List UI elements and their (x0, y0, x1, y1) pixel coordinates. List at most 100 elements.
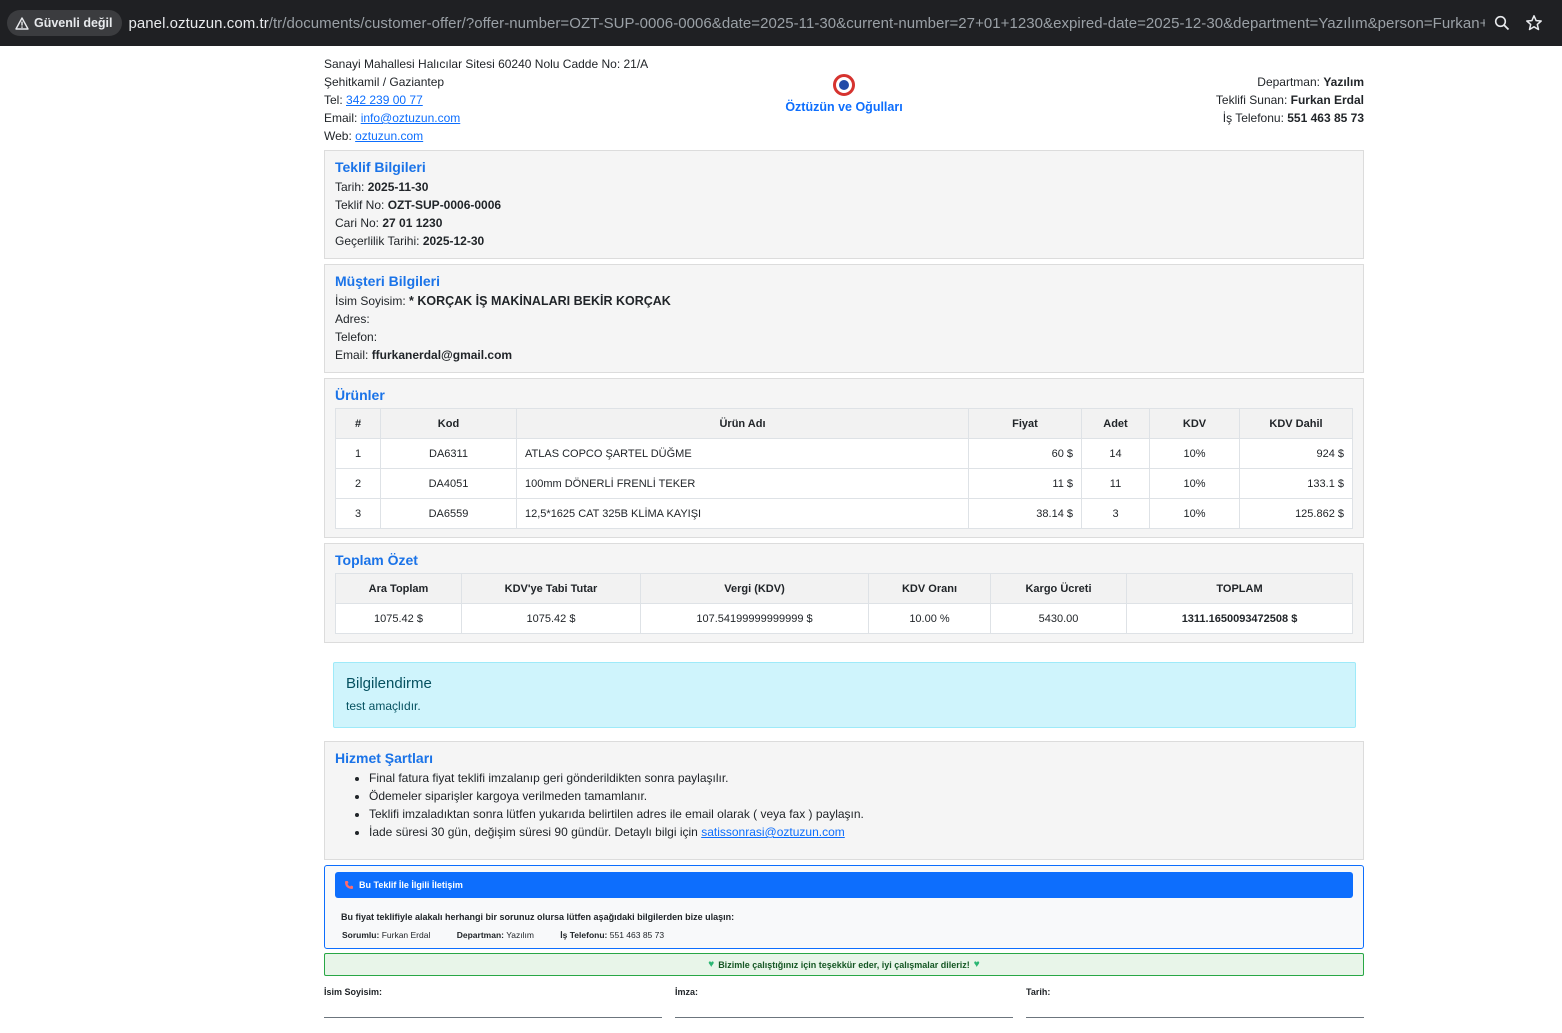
signature-sign-label: İmza: (675, 987, 699, 997)
product-total: 924 $ (1239, 438, 1353, 469)
presenter-value: Furkan Erdal (1290, 93, 1364, 107)
col-header-qty: Adet (1081, 408, 1150, 439)
offer-no-label: Teklif No: (335, 198, 388, 212)
product-name: ATLAS COPCO ŞARTEL DÜĞME (516, 438, 969, 469)
table-row: 3 DA6559 12,5*1625 CAT 325B KLİMA KAYIŞI… (335, 498, 1353, 529)
url-path: /tr/documents/customer-offer/?offer-numb… (268, 14, 1485, 32)
col-header-vat-rate: KDV Oranı (868, 573, 991, 604)
customer-phone-label: Telefon: (335, 330, 378, 344)
col-header-code: Kod (380, 408, 517, 439)
signature-name-field: İsim Soyisim: (324, 987, 662, 1018)
warning-icon (15, 16, 29, 30)
subtotal-value: 1075.42 $ (335, 603, 462, 634)
signature-date-label: Tarih: (1026, 987, 1051, 997)
list-item: Teklifi imzaladıktan sonra lütfen yukarı… (369, 805, 1353, 823)
row-no: 1 (335, 438, 381, 469)
summary-table: Ara Toplam KDV'ye Tabi Tutar Vergi (KDV)… (335, 573, 1353, 634)
row-no: 2 (335, 468, 381, 499)
signature-line (1026, 1017, 1364, 1018)
contact-phone-value: 551 463 85 73 (609, 930, 665, 940)
offer-document: Sanayi Mahallesi Halıcılar Sitesi 60240 … (324, 46, 1364, 1027)
customer-info-section: Müşteri Bilgileri İsim Soyisim: * KORÇAK… (324, 264, 1364, 373)
address-bar[interactable]: panel.oztuzun.com.tr/tr/documents/custom… (129, 15, 1485, 32)
product-qty: 11 (1081, 468, 1150, 499)
col-header-subtotal: Ara Toplam (335, 573, 462, 604)
section-title: Toplam Özet (335, 552, 418, 568)
product-name: 100mm DÖNERLİ FRENLİ TEKER (516, 468, 969, 499)
product-qty: 3 (1081, 498, 1150, 529)
info-alert-title: Bilgilendirme (346, 675, 432, 692)
product-price: 38.14 $ (968, 498, 1082, 529)
heart-icon: ♥ (708, 959, 715, 970)
after-sales-email-link[interactable]: satissonrasi@oztuzun.com (701, 825, 845, 839)
phone-icon (345, 881, 353, 889)
heart-icon: ♥ (973, 959, 980, 970)
shipping-value: 5430.00 (990, 603, 1127, 634)
offer-date: 2025-11-30 (367, 180, 429, 194)
validity-label: Geçerlilik Tarihi: (335, 234, 423, 248)
contact-card-title: Bu Teklif İle İlgili İletişim (359, 880, 463, 890)
signature-area: İsim Soyisim: İmza: Tarih: (324, 987, 1364, 1027)
col-header-no: # (335, 408, 381, 439)
product-vat: 10% (1149, 468, 1240, 499)
contact-phone-label: İş Telefonu: (560, 930, 608, 940)
product-price: 60 $ (968, 438, 1082, 469)
col-header-total: TOPLAM (1126, 573, 1353, 604)
browser-toolbar: Güvenli değil panel.oztuzun.com.tr/tr/do… (0, 0, 1562, 46)
company-phone-link[interactable]: 342 239 00 77 (346, 93, 423, 107)
row-no: 3 (335, 498, 381, 529)
section-title: Müşteri Bilgileri (335, 273, 441, 289)
table-header-row: Ara Toplam KDV'ye Tabi Tutar Vergi (KDV)… (335, 573, 1353, 604)
bookmark-star-icon[interactable] (1524, 13, 1544, 33)
col-header-vat: KDV (1149, 408, 1240, 439)
col-header-vat-included: KDV Dahil (1239, 408, 1353, 439)
customer-name-label: İsim Soyisim: (335, 294, 410, 308)
taxable-value: 1075.42 $ (461, 603, 641, 634)
signature-name-label: İsim Soyisim: (324, 987, 383, 997)
company-address-line2: Şehitkamil / Gaziantep (324, 75, 445, 89)
contact-message: Bu fiyat teklifiyle alakalı herhangi bir… (341, 912, 735, 922)
col-header-taxable: KDV'ye Tabi Tutar (461, 573, 641, 604)
col-header-tax: Vergi (KDV) (640, 573, 869, 604)
list-item: İade süresi 30 gün, değişim süresi 90 gü… (369, 823, 1353, 841)
contact-department-value: Yazılım (506, 930, 534, 940)
product-vat: 10% (1149, 498, 1240, 529)
terms-list: Final fatura fiyat teklifi imzalanıp ger… (369, 769, 1353, 841)
company-address-line1: Sanayi Mahallesi Halıcılar Sitesi 60240 … (324, 57, 649, 71)
section-title: Hizmet Şartları (335, 750, 434, 766)
col-header-price: Fiyat (968, 408, 1082, 439)
company-logo: Öztüzün ve Oğulları (774, 74, 914, 114)
responsible-label: Sorumlu: (342, 930, 380, 940)
product-code: DA6311 (380, 438, 517, 469)
logo-emblem-icon (833, 74, 855, 96)
products-table: # Kod Ürün Adı Fiyat Adet KDV KDV Dahil … (335, 408, 1353, 529)
department-label: Departman: (1257, 75, 1324, 89)
return-policy-text: İade süresi 30 gün, değişim süresi 90 gü… (369, 825, 702, 839)
customer-email: ffurkanerdal@gmail.com (371, 348, 513, 362)
product-qty: 14 (1081, 438, 1150, 469)
summary-section: Toplam Özet Ara Toplam KDV'ye Tabi Tutar… (324, 543, 1364, 643)
company-email-link[interactable]: info@oztuzun.com (361, 111, 461, 125)
info-alert-text: test amaçlıdır. (346, 699, 421, 713)
company-web-link[interactable]: oztuzun.com (355, 129, 423, 143)
zoom-icon[interactable] (1492, 13, 1512, 33)
section-title: Teklif Bilgileri (335, 159, 426, 175)
contact-department-label: Departman: (456, 930, 504, 940)
offer-info-section: Teklif Bilgileri Tarih: 2025-11-30 Tekli… (324, 150, 1364, 259)
table-header-row: # Kod Ürün Adı Fiyat Adet KDV KDV Dahil (335, 408, 1353, 439)
tax-value: 107.54199999999999 $ (640, 603, 869, 634)
table-row: 2 DA4051 100mm DÖNERLİ FRENLİ TEKER 11 $… (335, 468, 1353, 499)
security-indicator[interactable]: Güvenli değil (7, 10, 122, 36)
department-value: Yazılım (1323, 75, 1364, 89)
product-code: DA6559 (380, 498, 517, 529)
info-alert: Bilgilendirme test amaçlıdır. (333, 662, 1356, 728)
company-name: Öztüzün ve Oğulları (785, 100, 903, 114)
product-code: DA4051 (380, 468, 517, 499)
col-header-shipping: Kargo Ücreti (990, 573, 1127, 604)
col-header-product-name: Ürün Adı (516, 408, 969, 439)
grand-total-value: 1311.1650093472508 $ (1126, 603, 1353, 634)
company-info: Sanayi Mahallesi Halıcılar Sitesi 60240 … (324, 55, 648, 145)
signature-line (675, 1017, 1013, 1018)
vat-rate-value: 10.00 % (868, 603, 991, 634)
email-label: Email: (324, 111, 361, 125)
